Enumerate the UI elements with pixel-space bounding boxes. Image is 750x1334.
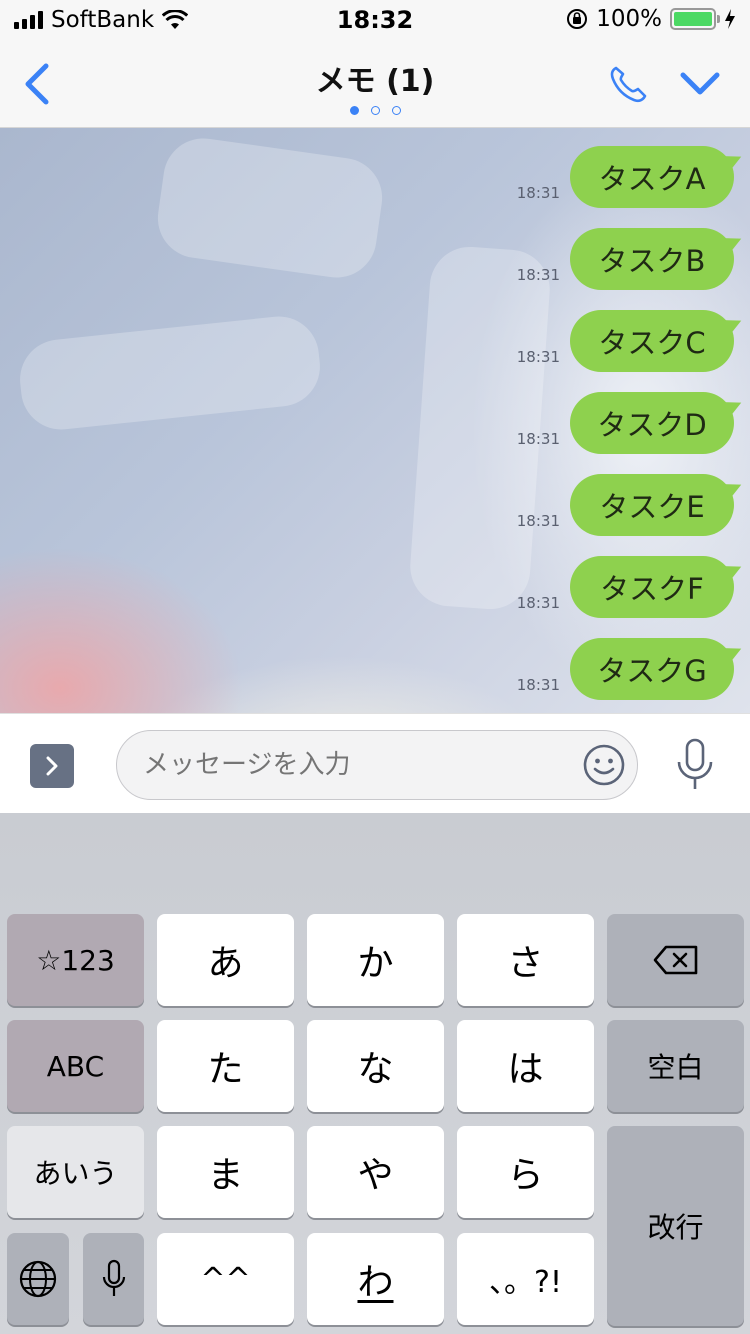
globe-icon <box>19 1260 57 1298</box>
message-row: 18:31 タスクG <box>0 638 750 713</box>
page-indicator <box>0 106 750 115</box>
key-symbols[interactable]: ☆123 <box>7 914 144 1006</box>
nav-bar: メモ (1) <box>0 42 750 128</box>
key-ka[interactable]: か <box>307 914 444 1006</box>
microphone-icon <box>102 1259 125 1296</box>
page-dot <box>370 106 380 115</box>
key-ha[interactable]: は <box>457 1020 594 1112</box>
keyboard: ☆123 あ か さ ABC た な は 空白 あいう ま や ら 改行 ^^ … <box>0 813 750 1334</box>
message-row: 18:31 タスクF <box>0 556 750 636</box>
chevron-right-icon <box>46 756 58 776</box>
microphone-icon[interactable] <box>674 738 716 792</box>
page-dot <box>391 106 401 115</box>
message-time: 18:31 <box>516 594 560 612</box>
charging-bolt-icon <box>725 9 735 29</box>
message-bubble[interactable]: タスクD <box>570 392 734 454</box>
message-time: 18:31 <box>516 348 560 366</box>
key-ra[interactable]: ら <box>457 1126 594 1218</box>
expand-button[interactable] <box>30 744 74 788</box>
phone-icon[interactable] <box>606 62 650 106</box>
message-row: 18:31 タスクB <box>0 228 750 308</box>
message-bubble[interactable]: タスクG <box>570 638 734 700</box>
message-bubble[interactable]: タスクA <box>570 146 734 208</box>
delete-key[interactable] <box>607 914 744 1006</box>
status-right: 100% <box>566 6 736 32</box>
key-na[interactable]: な <box>307 1020 444 1112</box>
chat-background: 18:31 タスクA 18:31 タスクB 18:31 タスクC 18:31 タスクD 18:3… <box>0 128 750 713</box>
battery-percent: 100% <box>596 6 662 32</box>
key-punctuation[interactable]: 、。?! <box>457 1233 594 1325</box>
message-bubble[interactable]: タスクB <box>570 228 734 290</box>
dictation-key[interactable] <box>83 1233 144 1325</box>
chevron-down-icon[interactable] <box>678 66 722 102</box>
globe-key[interactable] <box>7 1233 69 1325</box>
message-row: 18:31 タスクA <box>0 146 750 226</box>
message-bubble[interactable]: タスクC <box>570 310 734 372</box>
message-time: 18:31 <box>516 512 560 530</box>
message-time: 18:31 <box>516 266 560 284</box>
key-abc[interactable]: ABC <box>7 1020 144 1112</box>
page-dot <box>349 106 359 115</box>
key-space[interactable]: 空白 <box>607 1020 744 1112</box>
message-input[interactable] <box>116 730 638 800</box>
key-sa[interactable]: さ <box>457 914 594 1006</box>
backspace-icon <box>653 945 697 975</box>
key-enter[interactable]: 改行 <box>607 1126 744 1326</box>
key-ma[interactable]: ま <box>157 1126 294 1218</box>
message-time: 18:31 <box>516 430 560 448</box>
message-bubble[interactable]: タスクF <box>570 556 734 618</box>
key-ta[interactable]: た <box>157 1020 294 1112</box>
key-kaomoji[interactable]: ^^ <box>157 1233 294 1325</box>
message-bubble[interactable]: タスクE <box>570 474 734 536</box>
key-ya[interactable]: や <box>307 1126 444 1218</box>
message-time: 18:31 <box>516 184 560 202</box>
key-a[interactable]: あ <box>157 914 294 1006</box>
message-time: 18:31 <box>516 676 560 694</box>
message-row: 18:31 タスクD <box>0 392 750 472</box>
message-row: 18:31 タスクC <box>0 310 750 390</box>
input-bar <box>0 713 750 813</box>
key-wa[interactable]: わ <box>307 1233 444 1325</box>
emoji-icon[interactable] <box>582 743 626 787</box>
status-bar: SoftBank 18:32 100% <box>0 0 750 42</box>
battery-icon <box>670 8 720 30</box>
key-aiu[interactable]: あいう <box>7 1126 144 1218</box>
message-row: 18:31 タスクE <box>0 474 750 554</box>
orientation-lock-icon <box>567 9 588 29</box>
